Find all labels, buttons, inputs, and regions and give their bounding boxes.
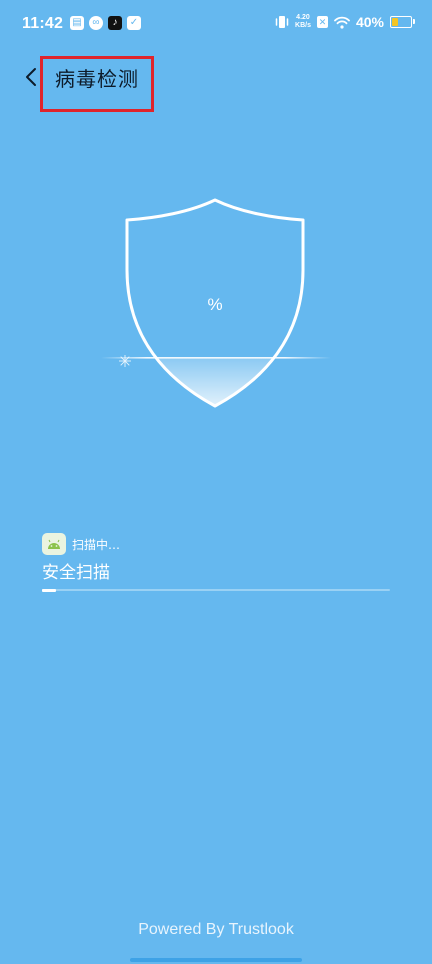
shield-scan-graphic: %	[95, 190, 345, 420]
tiktok-icon: ♪	[108, 16, 122, 30]
scan-progress-bar	[42, 588, 390, 592]
home-indicator[interactable]	[130, 958, 302, 962]
scan-status: 扫描中…	[72, 537, 121, 552]
no-sim-icon: ✕	[316, 16, 328, 28]
status-bar: 11:42 ▤ ∞ ♪ ✓ 4.20 KB/s ✕ 40%	[0, 0, 432, 52]
scan-title: 安全扫描	[42, 563, 110, 583]
chevron-left-icon	[26, 68, 36, 86]
scan-progress-fill	[42, 588, 56, 592]
message-icon: ▤	[70, 16, 84, 30]
battery-level	[392, 18, 398, 26]
wifi-icon	[334, 16, 350, 29]
powered-by-text: Powered By Trustlook	[138, 921, 294, 938]
status-right: 4.20 KB/s ✕ 40%	[275, 14, 415, 30]
android-icon	[42, 533, 66, 555]
battery-percent: 40%	[355, 14, 384, 30]
page-title: 病毒检测	[55, 67, 139, 91]
scanning-app-row: 扫描中…	[42, 533, 120, 555]
mail-icon: ✓	[127, 16, 141, 30]
vibrate-icon	[275, 16, 289, 28]
status-time: 11:42	[22, 15, 64, 32]
net-speed-value: 4.20	[296, 14, 310, 21]
battery-icon	[390, 16, 415, 28]
network-speed: 4.20 KB/s	[295, 14, 311, 30]
bilibili-icon: ∞	[89, 16, 103, 30]
back-button[interactable]	[20, 62, 42, 92]
net-speed-unit: KB/s	[295, 22, 311, 29]
scan-percent: %	[207, 295, 223, 314]
notification-icons: ▤ ∞ ♪ ✓	[70, 16, 141, 30]
